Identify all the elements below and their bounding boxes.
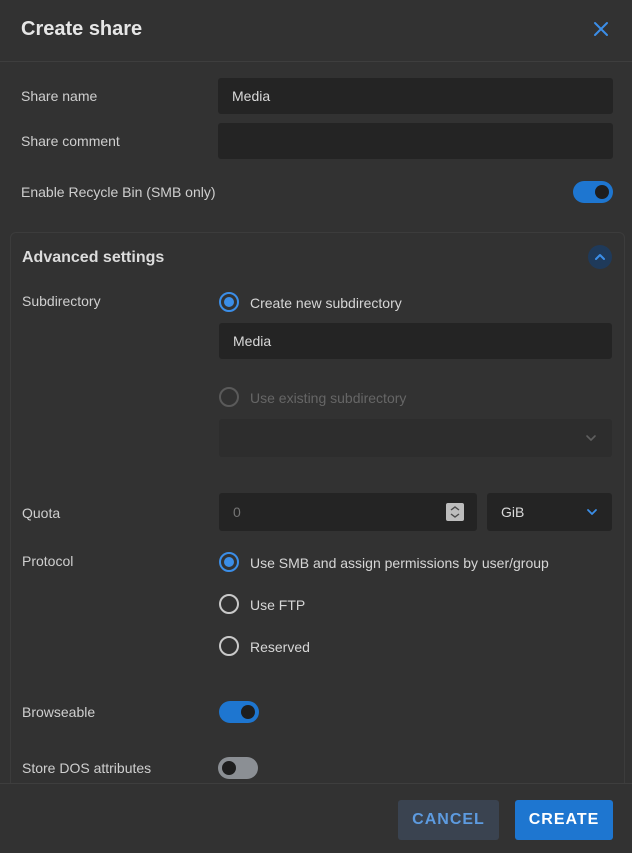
protocol-reserved-radio[interactable] [219, 636, 239, 656]
dialog-header: Create share [0, 0, 632, 62]
protocol-ftp-radio[interactable] [219, 594, 239, 614]
spinner-arrows-icon [450, 506, 460, 518]
create-button[interactable]: CREATE [515, 800, 613, 840]
share-name-value: Media [232, 88, 271, 104]
collapse-advanced-button[interactable] [588, 245, 612, 269]
share-comment-label: Share comment [21, 133, 120, 149]
browseable-toggle[interactable] [219, 701, 259, 723]
share-name-label: Share name [21, 88, 98, 104]
quota-input[interactable] [219, 493, 477, 531]
browseable-label: Browseable [22, 704, 96, 720]
protocol-ftp-label: Use FTP [250, 597, 306, 613]
create-share-dialog: Create share Share name Media Share comm… [0, 0, 632, 853]
existing-subdirectory-select[interactable] [219, 419, 612, 457]
close-icon [594, 22, 608, 36]
dialog-title: Create share [21, 18, 143, 40]
quota-unit-value: GiB [501, 504, 525, 520]
protocol-smb-label: Use SMB and assign permissions by user/g… [250, 555, 549, 571]
share-comment-input[interactable] [218, 123, 613, 159]
create-new-subdirectory-radio[interactable] [219, 292, 239, 312]
chevron-up-icon [595, 254, 605, 260]
subdirectory-label: Subdirectory [22, 293, 101, 309]
advanced-settings-title: Advanced settings [22, 249, 165, 266]
close-button[interactable] [589, 17, 613, 41]
quota-unit-select[interactable]: GiB [487, 493, 612, 531]
recycle-bin-toggle[interactable] [573, 181, 613, 203]
share-name-input[interactable]: Media [218, 78, 613, 114]
protocol-label: Protocol [22, 553, 74, 569]
create-new-subdirectory-label: Create new subdirectory [250, 295, 402, 311]
chevron-down-icon [587, 509, 597, 515]
cancel-button[interactable]: CANCEL [398, 800, 499, 840]
dos-attributes-label: Store DOS attributes [22, 760, 152, 776]
recycle-bin-label: Enable Recycle Bin (SMB only) [21, 184, 216, 200]
protocol-smb-radio[interactable] [219, 552, 239, 572]
new-subdirectory-value: Media [233, 333, 272, 349]
dos-attributes-toggle[interactable] [218, 757, 258, 779]
toggle-knob [241, 705, 255, 719]
use-existing-subdirectory-label: Use existing subdirectory [250, 390, 407, 406]
use-existing-subdirectory-radio[interactable] [219, 387, 239, 407]
quota-spinner[interactable] [446, 503, 464, 521]
chevron-down-icon [586, 435, 596, 441]
quota-label: Quota [22, 505, 61, 521]
toggle-knob [222, 761, 236, 775]
new-subdirectory-input[interactable]: Media [219, 323, 612, 359]
protocol-reserved-label: Reserved [250, 639, 310, 655]
toggle-knob [595, 185, 609, 199]
